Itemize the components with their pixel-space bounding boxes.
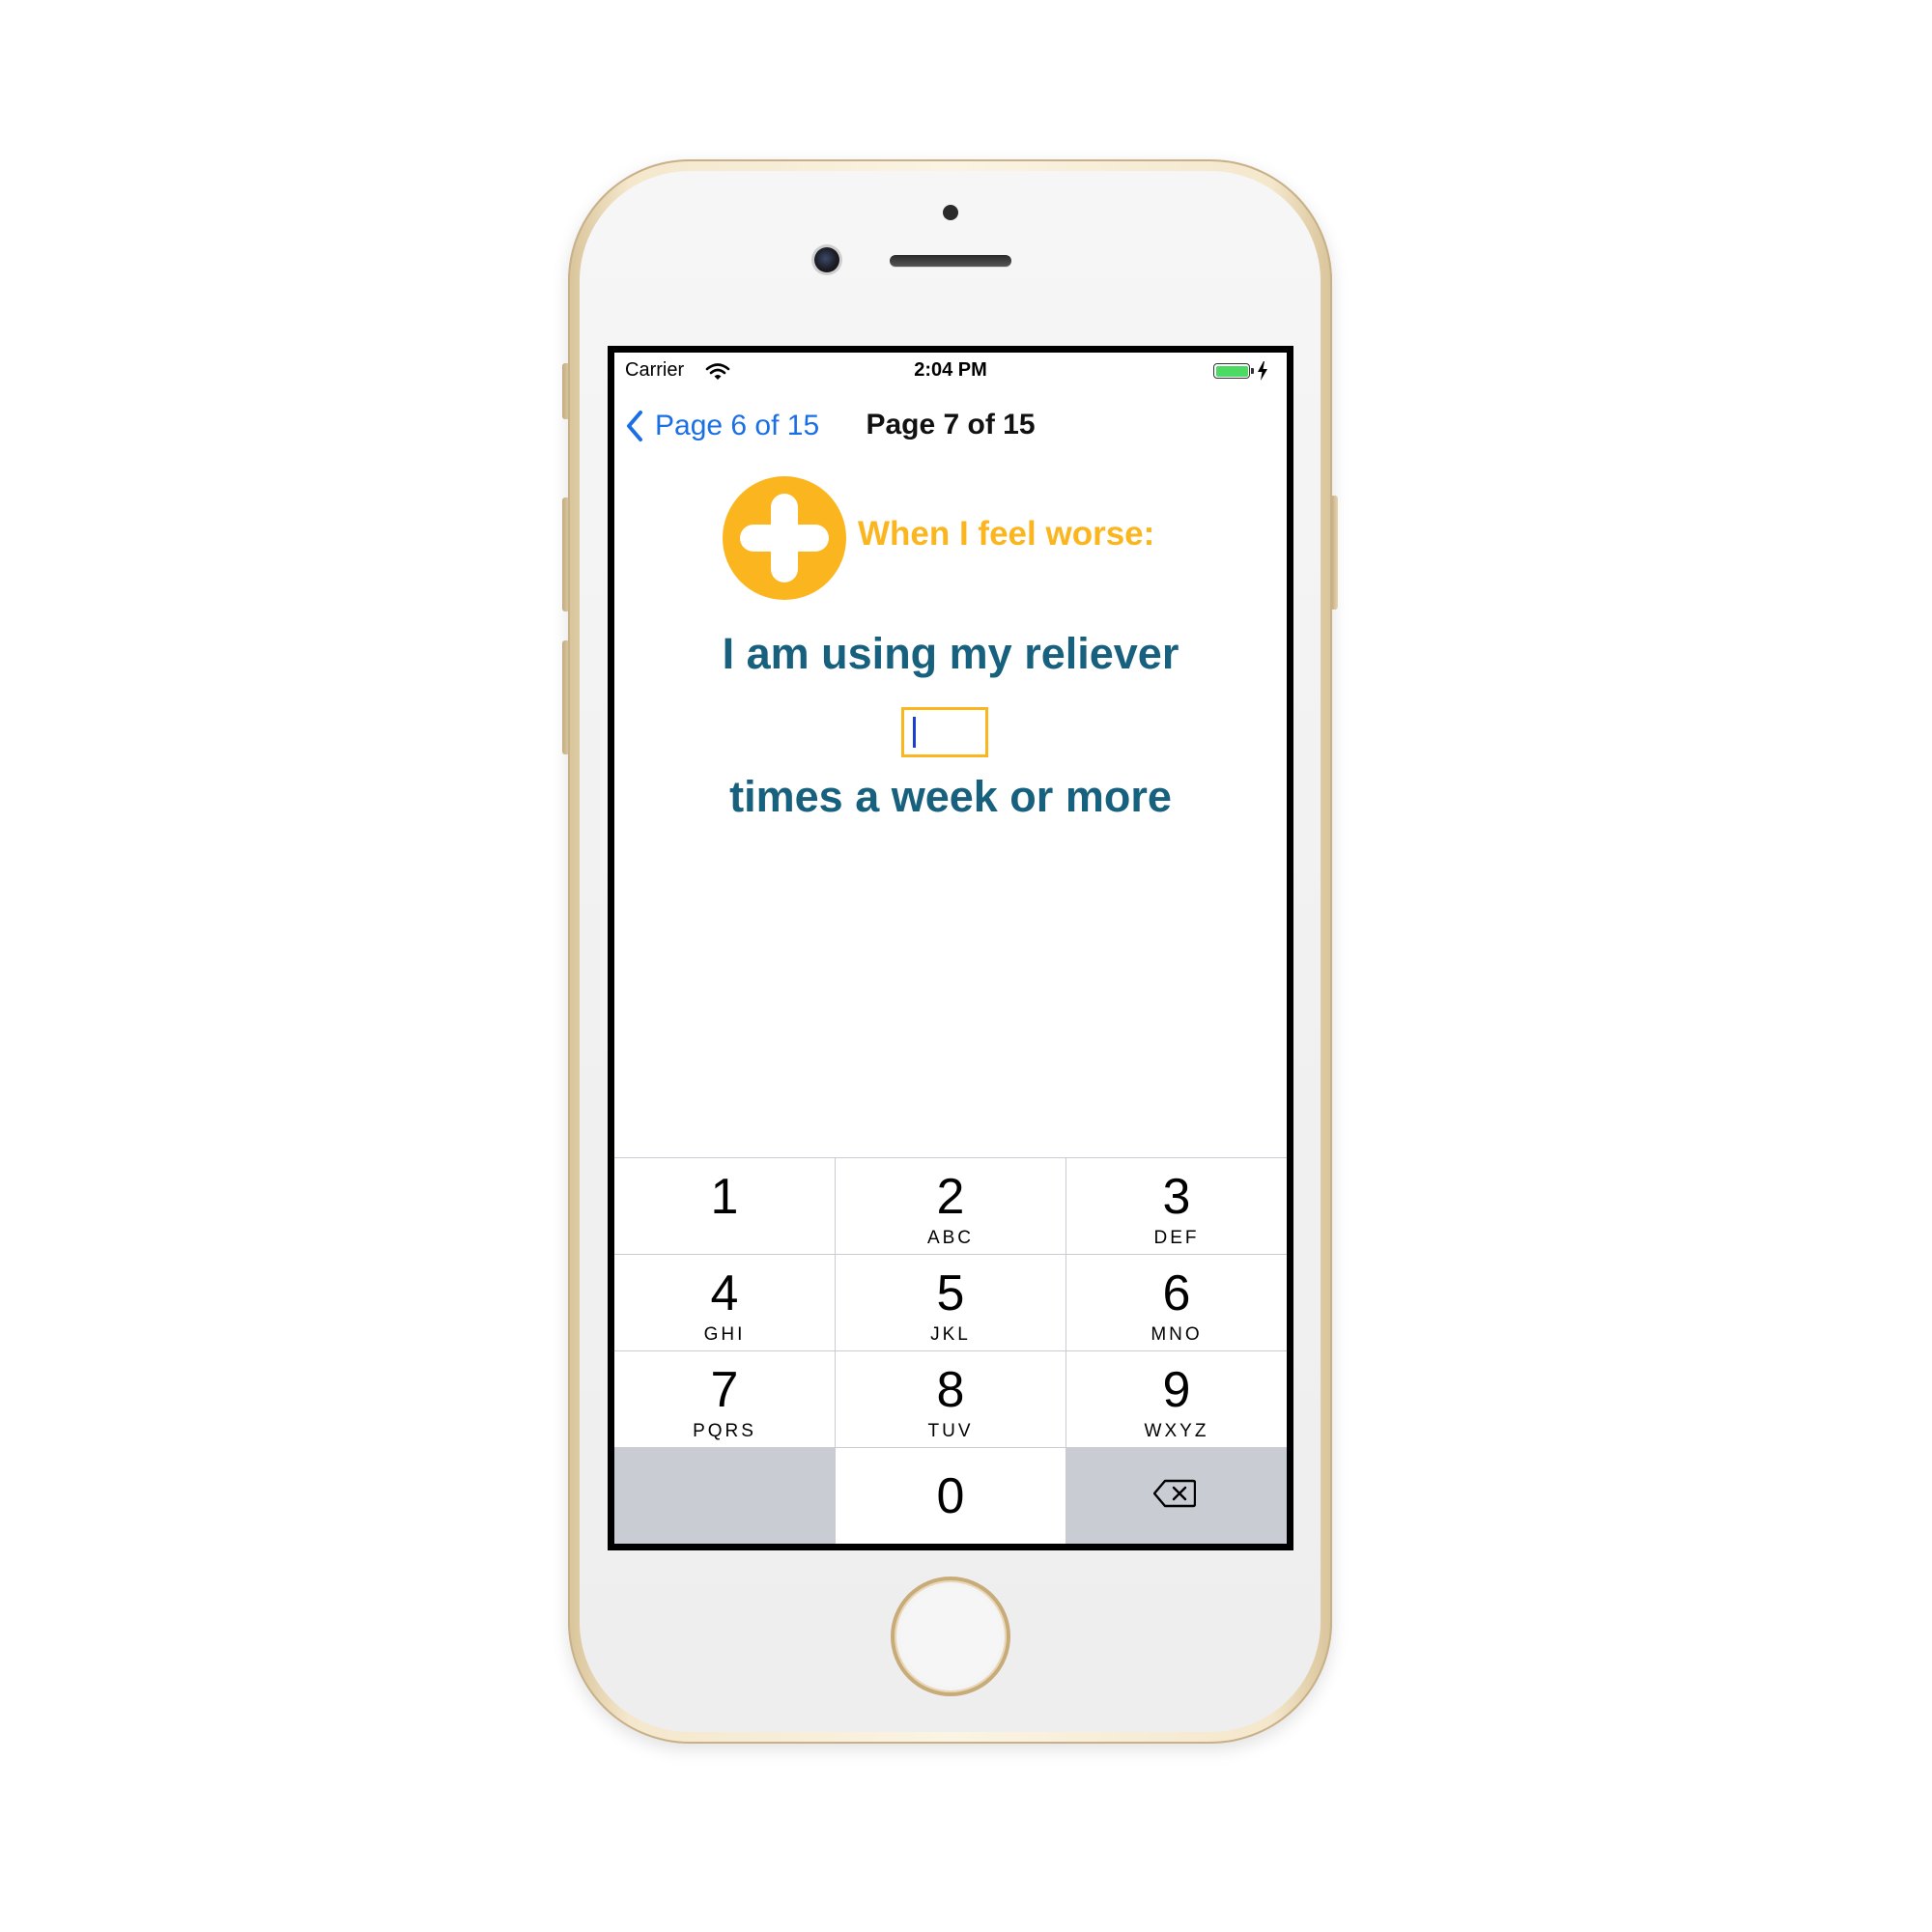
status-time: 2:04 PM — [914, 359, 987, 381]
delete-backspace-icon — [1153, 1479, 1196, 1508]
key-5[interactable]: 5 JKL — [836, 1255, 1065, 1350]
key-blank — [614, 1448, 835, 1544]
battery-nub — [1251, 368, 1254, 374]
key-7[interactable]: 7 PQRS — [614, 1351, 835, 1447]
prompt-line-1: I am using my reliever — [722, 629, 1179, 678]
key-8[interactable]: 8 TUV — [836, 1351, 1065, 1447]
key-0[interactable]: 0 — [836, 1448, 1065, 1544]
earpiece-speaker — [890, 255, 1011, 267]
charging-bolt-icon — [1258, 361, 1267, 381]
battery-icon — [1213, 363, 1250, 379]
proximity-sensor — [943, 205, 958, 220]
nav-title: Page 7 of 15 — [866, 409, 1036, 440]
key-4[interactable]: 4 GHI — [614, 1255, 835, 1350]
key-9[interactable]: 9 WXYZ — [1066, 1351, 1287, 1447]
numeric-keypad: 1 2 ABC 3 DEF 4 GHI 5 JKL 6 MNO 7 PQRS 8 — [614, 1157, 1287, 1544]
key-6[interactable]: 6 MNO — [1066, 1255, 1287, 1350]
key-3[interactable]: 3 DEF — [1066, 1158, 1287, 1254]
key-1[interactable]: 1 — [614, 1158, 835, 1254]
text-cursor — [913, 717, 916, 748]
front-camera — [814, 247, 839, 272]
screen: Carrier 2:04 PM Page 6 of 15 Page 7 of 1… — [614, 353, 1287, 1544]
home-button[interactable] — [891, 1577, 1010, 1696]
prompt-line-2: times a week or more — [729, 772, 1172, 821]
section-heading: When I feel worse: — [858, 515, 1155, 553]
key-2[interactable]: 2 ABC — [836, 1158, 1065, 1254]
delete-key[interactable] — [1066, 1448, 1287, 1544]
plus-circle-icon — [723, 476, 846, 600]
